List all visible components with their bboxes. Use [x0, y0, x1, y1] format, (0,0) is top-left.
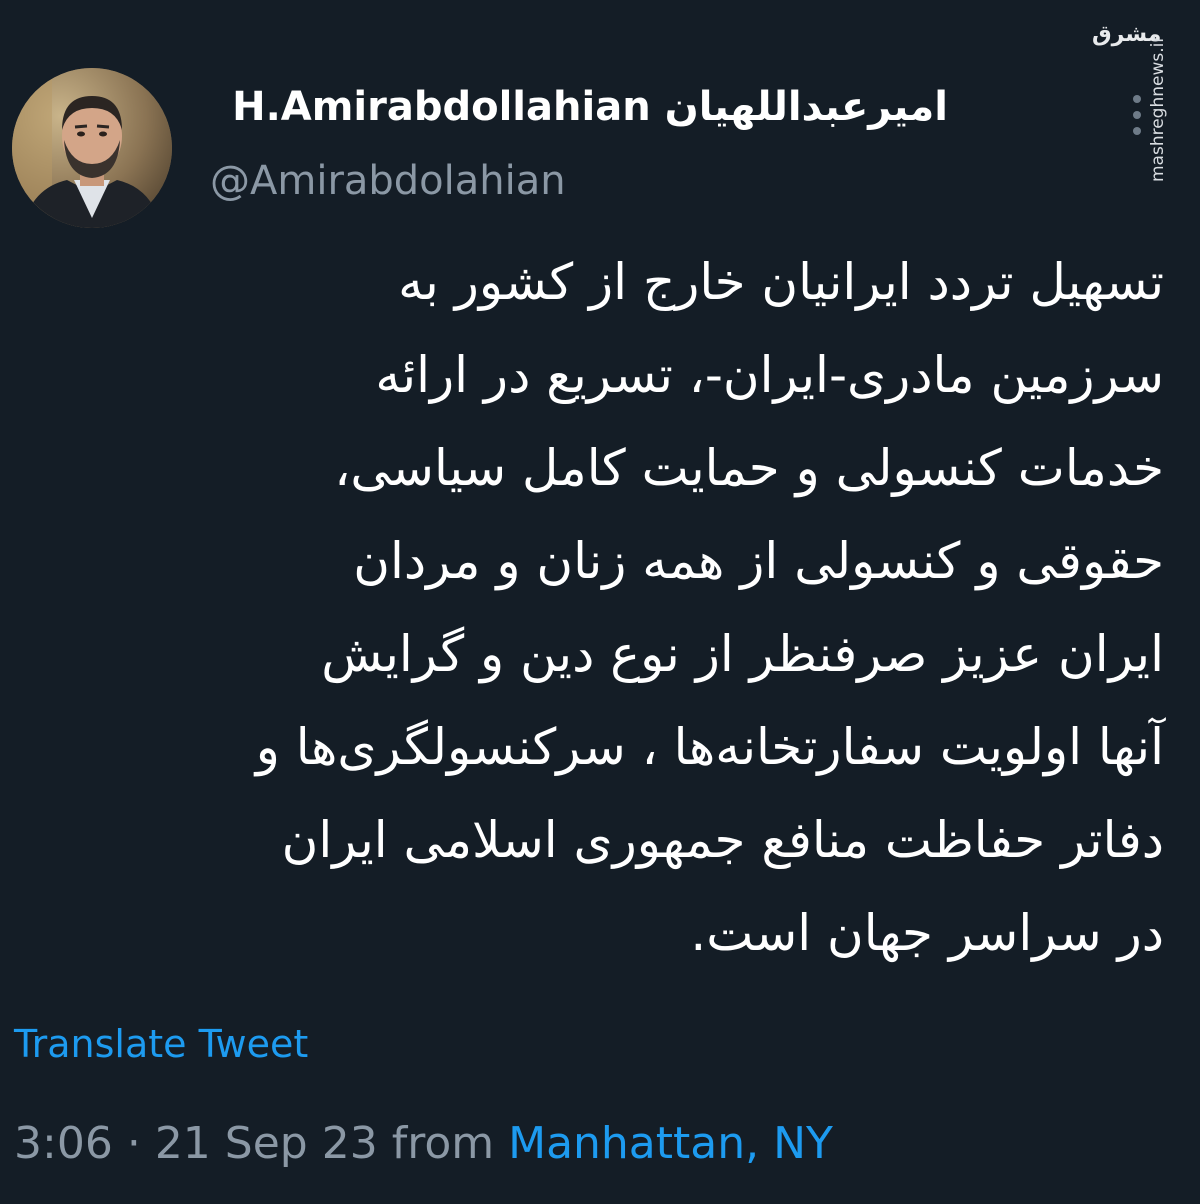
tweet-text: تسهیل تردد ایرانیان خارج از کشور به سرزم… [255, 253, 1164, 962]
tweet-time[interactable]: 3:06 [14, 1118, 113, 1169]
watermark-url: mashreghnews.ir [1148, 35, 1168, 182]
tweet-date[interactable]: 21 Sep 23 [155, 1118, 378, 1169]
avatar[interactable] [12, 68, 172, 228]
tweet-card: H.Amirabdollahian امیرعبداللهیان @Amirab… [0, 0, 1200, 1204]
more-dot [1133, 127, 1141, 135]
tweet-meta: 3:06 · 21 Sep 23 from Manhattan, NY [14, 1118, 833, 1169]
translate-tweet-link[interactable]: Translate Tweet [14, 1022, 308, 1066]
more-vertical-icon[interactable] [1130, 95, 1144, 135]
more-dot [1133, 95, 1141, 103]
more-dot [1133, 111, 1141, 119]
meta-separator: · [126, 1118, 141, 1169]
user-handle[interactable]: @Amirabdolahian [210, 158, 566, 204]
display-name[interactable]: H.Amirabdollahian امیرعبداللهیان [232, 84, 948, 130]
from-label: from [391, 1118, 495, 1169]
tweet-location-link[interactable]: Manhattan, NY [508, 1118, 833, 1169]
